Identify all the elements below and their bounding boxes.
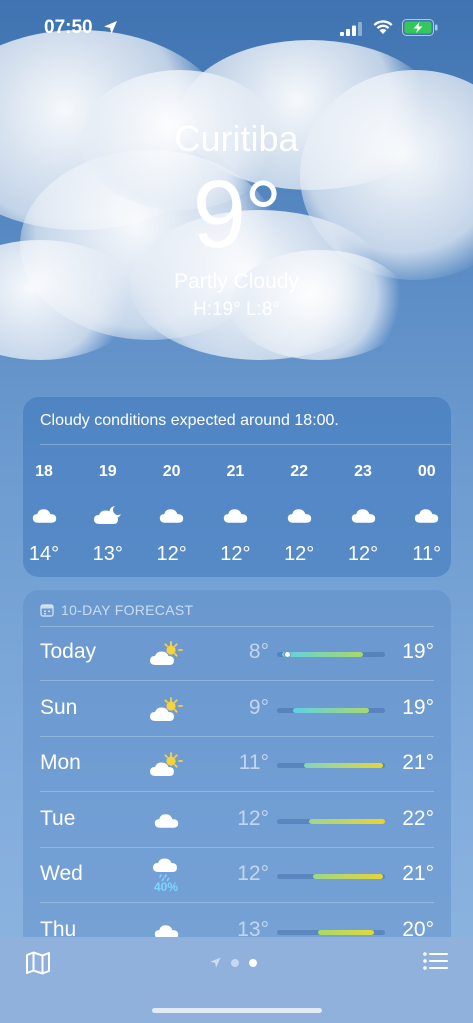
hour-temperature: 13° (92, 543, 123, 565)
temperature-range-bar (277, 929, 385, 935)
forecast-high-temp: 22° (402, 806, 434, 830)
forecast-row[interactable]: Sun 9° 19° (23, 682, 451, 737)
divider (40, 444, 451, 445)
current-temperature: 9° (192, 161, 283, 268)
hourly-item: 19 13° (86, 463, 130, 566)
partly-sunny-icon (148, 634, 184, 674)
hourly-item: 21 12° (213, 463, 257, 566)
partly-sunny-icon (148, 745, 184, 785)
hour-temperature: 12° (347, 543, 379, 565)
page-indicator[interactable] (210, 957, 257, 968)
cloud-icon (405, 493, 449, 537)
map-icon[interactable] (25, 951, 51, 975)
partly-sunny-icon (148, 690, 184, 730)
hour-temperature: 12° (156, 543, 187, 565)
precipitation-chance: 40% (153, 880, 179, 894)
temperature-range-bar (277, 818, 385, 824)
hourly-item: 00 11° (405, 463, 449, 566)
forecast-low-temp: 9° (248, 695, 269, 719)
current-condition: Partly Cloudy (174, 270, 299, 293)
forecast-low-temp: 8° (248, 640, 269, 663)
forecast-low-temp: 12° (237, 862, 269, 885)
temperature-range-bar (277, 707, 385, 713)
hour-label: 21 (226, 463, 245, 480)
ten-day-forecast-card[interactable]: 10-DAY FORECAST Today 8° 19° Sun 9° 19° Mon 11°… (23, 590, 451, 950)
forecast-row[interactable]: Wed 40% 12° 21° (23, 848, 451, 903)
forecast-title: 10-DAY FORECAST (61, 602, 194, 618)
forecast-day-label: Wed (40, 862, 83, 885)
temperature-range-bar (277, 763, 385, 768)
forecast-low-temp: 12° (237, 806, 269, 830)
hourly-item: 18 14° (22, 463, 66, 566)
hourly-item: 22 12° (277, 463, 321, 566)
status-time: 07:50 (44, 17, 93, 38)
cloud-icon (148, 801, 184, 841)
forecast-high-temp: 19° (402, 695, 434, 719)
list-icon[interactable] (423, 951, 448, 971)
cloud-icon (277, 493, 321, 537)
forecast-day-label: Sun (40, 695, 78, 719)
forecast-high-temp: 21° (402, 862, 434, 885)
cellular-signal-icon (340, 22, 362, 36)
forecast-low-temp: 11° (238, 751, 269, 774)
location-page-icon (210, 957, 221, 968)
forecast-day-label: Mon (40, 751, 81, 774)
forecast-high-temp: 19° (402, 640, 434, 663)
status-bar: 07:50 (0, 0, 473, 56)
temperature-range-bar (277, 874, 385, 879)
forecast-day-label: Tue (40, 806, 76, 830)
cloud-rain-icon: 40% (148, 856, 184, 896)
high-low-temperature: H:19° L:8° (192, 299, 281, 320)
hourly-summary-message: Cloudy conditions expected around 18:00. (40, 412, 339, 429)
forecast-row[interactable]: Today 8° 19° (23, 626, 451, 681)
forecast-row[interactable]: Mon 11° 21° (23, 737, 451, 792)
hour-label: 20 (162, 463, 181, 480)
temperature-range-fill (304, 763, 383, 768)
calendar-icon (40, 604, 54, 617)
hourly-item: 20 12° (150, 463, 194, 566)
cloud-icon (213, 493, 257, 537)
temperature-range-bar (277, 651, 385, 658)
hour-label: 22 (290, 463, 309, 480)
forecast-day-label: Today (40, 640, 97, 663)
cloud-moon-icon (86, 493, 130, 537)
home-indicator[interactable] (152, 1008, 322, 1013)
city-name: Curitiba (174, 118, 299, 159)
hour-label: 18 (35, 463, 53, 480)
hour-label: 19 (98, 463, 117, 480)
temperature-range-fill (318, 929, 375, 935)
cloud-icon (341, 493, 385, 537)
temperature-range-fill (282, 652, 364, 657)
hour-label: 00 (417, 463, 436, 480)
forecast-row[interactable]: Tue 12° 22° (23, 793, 451, 848)
hour-label: 23 (354, 463, 372, 480)
temperature-range-fill (293, 707, 369, 713)
temperature-range-fill (309, 818, 385, 824)
forecast-high-temp: 21° (402, 751, 434, 774)
hour-temperature: 12° (220, 543, 251, 565)
page-dot (231, 958, 239, 967)
hourly-forecast-card[interactable]: Cloudy conditions expected around 18:00.… (23, 397, 451, 577)
hour-temperature: 11° (412, 543, 442, 565)
cloud-icon (22, 493, 66, 537)
forecast-header: 10-DAY FORECAST (40, 602, 193, 618)
cloud-icon (150, 493, 194, 537)
hourly-item: 23 12° (341, 463, 385, 566)
temperature-range-fill (312, 874, 383, 879)
hour-temperature: 14° (28, 543, 60, 565)
hour-temperature: 12° (284, 543, 315, 565)
page-dot-active (249, 958, 257, 967)
battery-charging-icon (402, 19, 438, 36)
wifi-icon (373, 20, 393, 34)
location-arrow-icon (104, 21, 117, 34)
